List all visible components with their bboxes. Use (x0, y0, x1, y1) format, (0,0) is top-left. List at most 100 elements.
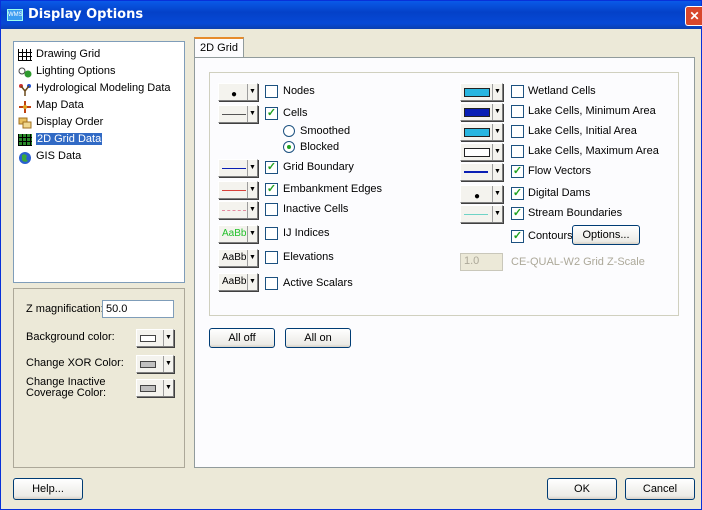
background-color-swatch (140, 335, 156, 342)
chevron-down-icon: ▼ (247, 202, 257, 218)
blocked-radio[interactable] (283, 141, 295, 153)
chevron-down-icon: ▼ (247, 250, 257, 266)
ij-indices-checkbox[interactable] (265, 227, 278, 240)
xor-color-label: Change XOR Color: (26, 357, 124, 369)
grid-boundary-style-button[interactable]: ▼ (218, 159, 258, 177)
embankment-edges-style-button[interactable]: ▼ (218, 181, 258, 199)
tree-item-gis-data[interactable]: GIS Data (18, 148, 81, 165)
lake-min-checkbox[interactable] (511, 105, 524, 118)
chevron-down-icon: ▼ (492, 124, 502, 140)
contours-label: Contours (528, 230, 573, 242)
elevations-checkbox[interactable] (265, 251, 278, 264)
all-off-button[interactable]: All off (209, 328, 275, 348)
wetland-cells-label: Wetland Cells (528, 85, 596, 97)
line-swatch (464, 171, 488, 173)
inactive-coverage-color-label: Change Inactive Coverage Color: (26, 376, 107, 399)
options-tree[interactable]: Drawing Grid Lighting Options Hydrologic… (13, 41, 185, 283)
cells-style-button[interactable]: ▼ (218, 105, 258, 123)
line-swatch (222, 210, 246, 211)
global-options-panel: Z magnification: Background color: ▼ Cha… (13, 288, 185, 468)
background-color-button[interactable]: ▼ (136, 329, 174, 347)
tree-item-hydrological-modeling-data[interactable]: Hydrological Modeling Data (18, 80, 171, 97)
embankment-edges-checkbox[interactable]: ✓ (265, 183, 278, 196)
z-magnification-label: Z magnification: (26, 303, 104, 315)
tree-item-display-order[interactable]: Display Order (18, 114, 103, 131)
lake-max-color-button[interactable]: ▼ (460, 143, 503, 161)
globe-icon (18, 151, 32, 164)
wetland-cells-checkbox[interactable] (511, 85, 524, 98)
tree-item-map-data[interactable]: Map Data (18, 97, 84, 114)
ok-button[interactable]: OK (547, 478, 617, 500)
app-icon: WMS (7, 9, 23, 21)
all-on-button[interactable]: All on (285, 328, 351, 348)
lake-min-color-button[interactable]: ▼ (460, 103, 503, 121)
blocked-label: Blocked (300, 141, 340, 153)
lake-max-checkbox[interactable] (511, 145, 524, 158)
inactive-cells-checkbox[interactable] (265, 203, 278, 216)
chevron-down-icon: ▼ (247, 84, 257, 100)
active-scalars-checkbox[interactable] (265, 277, 278, 290)
grid-boundary-checkbox[interactable]: ✓ (265, 161, 278, 174)
chevron-down-icon: ▼ (247, 160, 257, 176)
xor-color-swatch (140, 361, 156, 368)
chevron-down-icon: ▼ (163, 380, 173, 396)
flow-vectors-checkbox[interactable]: ✓ (511, 165, 524, 178)
inactive-cells-style-button[interactable]: ▼ (218, 201, 258, 219)
elevations-font-button[interactable]: AaBb ▼ (218, 249, 258, 267)
point-symbol-icon: ● (231, 89, 238, 100)
display-order-icon (18, 117, 32, 129)
chevron-down-icon: ▼ (247, 226, 257, 242)
active-scalars-label: Active Scalars (283, 277, 353, 289)
chevron-down-icon: ▼ (247, 106, 257, 122)
z-magnification-input[interactable] (102, 300, 174, 318)
active-scalars-font-sample: AaBb (222, 276, 247, 287)
xor-color-button[interactable]: ▼ (136, 355, 174, 373)
help-button[interactable]: Help... (13, 478, 83, 500)
digital-dams-style-button[interactable]: ● ▼ (460, 185, 503, 203)
stream-boundaries-label: Stream Boundaries (528, 207, 623, 219)
chevron-down-icon: ▼ (492, 206, 502, 222)
digital-dams-checkbox[interactable]: ✓ (511, 187, 524, 200)
line-swatch (464, 214, 488, 215)
elevations-font-sample: AaBb (222, 252, 247, 263)
zscale-label: CE-QUAL-W2 Grid Z-Scale (511, 256, 645, 268)
chevron-down-icon: ▼ (247, 182, 257, 198)
tree-item-drawing-grid[interactable]: Drawing Grid (18, 46, 100, 63)
inactive-coverage-color-button[interactable]: ▼ (136, 379, 174, 397)
display-options-group: ● ▼ Nodes ▼ ✓ Cells Smoothed Blocked ▼ ✓ … (209, 72, 679, 316)
lake-min-swatch (464, 108, 490, 117)
lake-max-label: Lake Cells, Maximum Area (528, 145, 659, 157)
stream-boundaries-checkbox[interactable]: ✓ (511, 207, 524, 220)
close-button[interactable]: ✕ (685, 6, 702, 26)
nodes-checkbox[interactable] (265, 85, 278, 98)
hydro-icon (18, 83, 32, 96)
inactive-color-swatch (140, 385, 156, 392)
grid2d-icon (18, 133, 32, 146)
active-scalars-font-button[interactable]: AaBb ▼ (218, 273, 258, 291)
wetland-cells-color-button[interactable]: ▼ (460, 83, 503, 101)
digital-dams-label: Digital Dams (528, 187, 591, 199)
lake-initial-checkbox[interactable] (511, 125, 524, 138)
cancel-button[interactable]: Cancel (625, 478, 695, 500)
tab-2d-grid[interactable]: 2D Grid (194, 37, 244, 58)
contours-checkbox[interactable]: ✓ (511, 230, 524, 243)
chevron-down-icon: ▼ (492, 164, 502, 180)
chevron-down-icon: ▼ (163, 330, 173, 346)
line-swatch (222, 190, 246, 191)
contour-options-button[interactable]: Options... (572, 225, 640, 245)
nodes-style-button[interactable]: ● ▼ (218, 83, 258, 101)
chevron-down-icon: ▼ (492, 144, 502, 160)
tree-item-lighting-options[interactable]: Lighting Options (18, 63, 116, 80)
chevron-down-icon: ▼ (492, 186, 502, 202)
zscale-input: 1.0 (460, 253, 503, 271)
lake-initial-swatch (464, 128, 490, 137)
lighting-icon (18, 66, 32, 78)
chevron-down-icon: ▼ (492, 104, 502, 120)
flow-vectors-style-button[interactable]: ▼ (460, 163, 503, 181)
tree-item-2d-grid-data[interactable]: 2D Grid Data (18, 131, 103, 148)
lake-initial-color-button[interactable]: ▼ (460, 123, 503, 141)
cells-checkbox[interactable]: ✓ (265, 107, 278, 120)
stream-boundaries-style-button[interactable]: ▼ (460, 205, 503, 223)
ij-indices-font-button[interactable]: AaBb ▼ (218, 225, 258, 243)
smoothed-radio[interactable] (283, 125, 295, 137)
